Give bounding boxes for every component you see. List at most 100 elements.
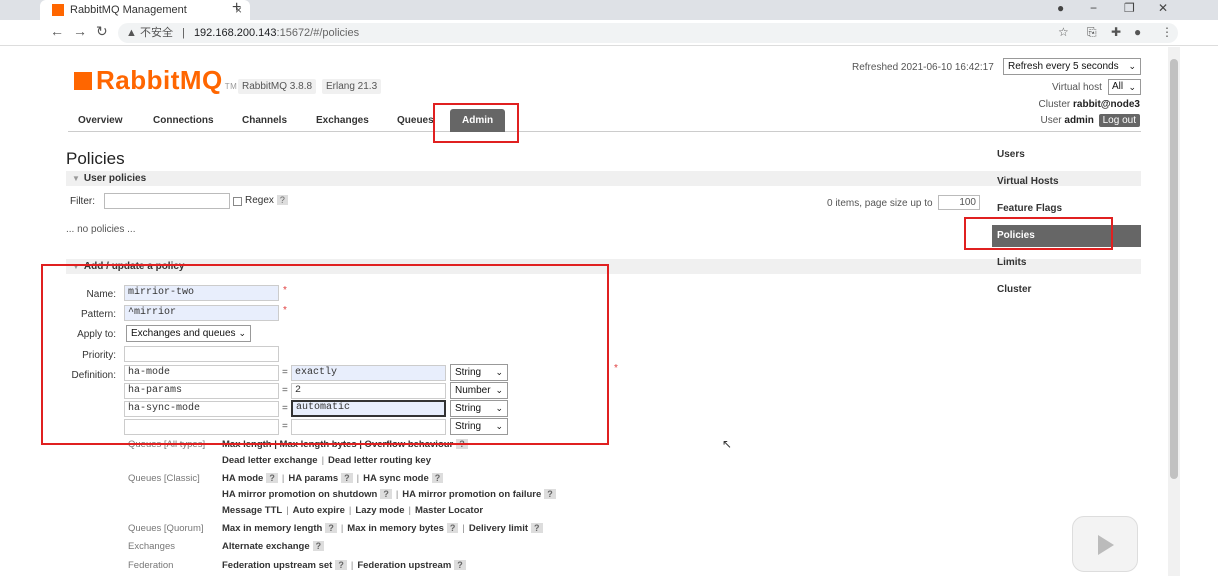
- account-icon[interactable]: ●: [1134, 25, 1141, 39]
- puzzle-icon[interactable]: ✚: [1111, 25, 1121, 39]
- max-in-memory-bytes-link[interactable]: Max in memory bytes: [347, 523, 444, 534]
- separator: |: [348, 505, 352, 516]
- regex-label: Regex?: [245, 195, 288, 206]
- ha-mode-link[interactable]: HA mode: [222, 473, 263, 484]
- regex-checkbox[interactable]: [233, 197, 242, 206]
- hint-category-exchanges: Exchanges: [128, 541, 176, 552]
- separator: |: [281, 473, 285, 484]
- help-icon[interactable]: ?: [446, 523, 459, 533]
- federation-upstream-link[interactable]: Federation upstream: [357, 560, 451, 571]
- chevron-down-icon: ⌄: [1128, 61, 1136, 71]
- tab-title: RabbitMQ Management: [70, 4, 187, 16]
- sidebar-item-cluster[interactable]: Cluster: [992, 279, 1141, 301]
- message-ttl-link[interactable]: Message TTL: [222, 505, 282, 516]
- help-icon[interactable]: ?: [325, 523, 337, 533]
- separator: |: [350, 560, 354, 571]
- extension-icon[interactable]: ⎘: [1087, 25, 1097, 40]
- help-icon[interactable]: ?: [531, 523, 543, 533]
- help-icon[interactable]: ?: [454, 560, 466, 570]
- ha-promotion-failure-link[interactable]: HA mirror promotion on failure: [402, 489, 541, 500]
- forward-icon[interactable]: →: [73, 23, 87, 39]
- dead-letter-exchange-link[interactable]: Dead letter exchange: [222, 455, 318, 466]
- filter-label: Filter:: [70, 196, 95, 207]
- tab-queues[interactable]: Queues: [397, 115, 434, 126]
- hint-category-federation: Federation: [128, 560, 174, 571]
- ha-sync-mode-link[interactable]: HA sync mode: [363, 473, 429, 484]
- separator: |: [356, 473, 360, 484]
- chevron-down-icon: ⌄: [1128, 82, 1136, 92]
- video-player-widget[interactable]: [1072, 516, 1138, 572]
- max-in-memory-length-link[interactable]: Max in memory length: [222, 523, 322, 534]
- highlight-policy-form: [41, 264, 609, 445]
- master-locator-link[interactable]: Master Locator: [415, 505, 483, 516]
- tab-connections[interactable]: Connections: [153, 115, 214, 126]
- help-icon[interactable]: ?: [266, 473, 278, 483]
- scrollbar-thumb[interactable]: [1170, 59, 1178, 479]
- restore-icon[interactable]: ❐: [1124, 0, 1135, 16]
- dead-letter-routing-key-link[interactable]: Dead letter routing key: [328, 455, 431, 466]
- separator: |: [408, 505, 411, 516]
- delivery-limit-link[interactable]: Delivery limit: [469, 523, 528, 534]
- lazy-mode-link[interactable]: Lazy mode: [355, 505, 404, 516]
- minimize-icon[interactable]: −: [1090, 0, 1097, 16]
- help-icon[interactable]: ?: [544, 489, 556, 499]
- play-icon[interactable]: [1098, 535, 1114, 555]
- refresh-option: Refresh every 5 seconds: [1008, 61, 1119, 72]
- sidebar-item-virtual-hosts[interactable]: Virtual Hosts: [992, 171, 1141, 193]
- user-policies-header[interactable]: ▼ User policies: [66, 171, 1141, 186]
- refresh-interval-select[interactable]: Refresh every 5 seconds ⌄: [1003, 58, 1141, 75]
- auto-expire-link[interactable]: Auto expire: [293, 505, 345, 516]
- help-icon[interactable]: ?: [312, 541, 325, 551]
- filter-input[interactable]: [104, 193, 230, 209]
- back-icon[interactable]: ←: [50, 23, 64, 39]
- erlang-badge: Erlang 21.3: [322, 79, 382, 94]
- new-tab-button[interactable]: +: [232, 0, 241, 17]
- federation-upstream-set-link[interactable]: Federation upstream set: [222, 560, 332, 571]
- bookmark-star-icon[interactable]: ☆: [1058, 25, 1069, 39]
- right-gutter: [1180, 47, 1218, 576]
- alternate-exchange-link[interactable]: Alternate exchange: [222, 541, 310, 552]
- main-nav: Overview Connections Channels Exchanges …: [68, 107, 1141, 132]
- rabbitmq-logo-icon: [74, 72, 92, 90]
- help-icon[interactable]: ?: [431, 473, 444, 483]
- sidebar-item-users[interactable]: Users: [992, 144, 1141, 166]
- sidebar-item-limits[interactable]: Limits: [992, 252, 1141, 274]
- url-field[interactable]: ▲ 不安全 | 192.168.200.143:15672/#/policies: [118, 23, 1178, 43]
- help-icon[interactable]: ?: [341, 473, 353, 483]
- browser-tab[interactable]: RabbitMQ Management ×: [40, 0, 250, 20]
- collapse-triangle-icon: ▼: [72, 174, 80, 183]
- ha-params-link[interactable]: HA params: [288, 473, 338, 484]
- hint-classic-line2: HA mirror promotion on shutdown? | HA mirr…: [222, 489, 556, 500]
- mouse-cursor-icon: ↖: [722, 437, 733, 451]
- window-close-icon[interactable]: ✕: [1158, 0, 1168, 16]
- address-bar: ← → ↻ ▲ 不安全 | 192.168.200.143:15672/#/po…: [0, 20, 1218, 46]
- rabbitmq-logo: RabbitMQ TM: [74, 65, 237, 96]
- url-host: 192.168.200.143: [193, 27, 277, 39]
- menu-kebab-icon[interactable]: ⋮: [1161, 25, 1173, 39]
- tab-exchanges[interactable]: Exchanges: [316, 115, 369, 126]
- items-count: 0 items, page size up to: [827, 198, 933, 209]
- regex-help-icon[interactable]: ?: [276, 195, 288, 205]
- help-icon[interactable]: ?: [380, 489, 392, 499]
- help-icon[interactable]: ?: [335, 560, 347, 570]
- separator: |: [462, 523, 465, 534]
- hint-exchanges-line: Alternate exchange?: [222, 541, 325, 552]
- url-separator: |: [182, 27, 185, 39]
- logo-text: RabbitMQ: [96, 65, 223, 95]
- reload-icon[interactable]: ↻: [96, 23, 108, 40]
- hint-quorum-line: Max in memory length? | Max in memory byte…: [222, 523, 543, 534]
- page-title: Policies: [66, 149, 125, 168]
- hint-category-quorum: Queues [Quorum]: [128, 523, 204, 534]
- profile-dot-icon[interactable]: ●: [1057, 0, 1064, 16]
- insecure-warning: ▲ 不安全: [126, 27, 173, 39]
- rabbitmq-favicon-icon: [52, 4, 64, 16]
- version-badge: RabbitMQ 3.8.8: [238, 79, 317, 94]
- vertical-scrollbar[interactable]: [1168, 47, 1180, 576]
- page-size-input[interactable]: 100: [938, 195, 980, 210]
- vhost-select[interactable]: All ⌄: [1108, 79, 1141, 95]
- ha-promotion-shutdown-link[interactable]: HA mirror promotion on shutdown: [222, 489, 377, 500]
- vhost-label: Virtual host: [1052, 82, 1102, 93]
- tab-channels[interactable]: Channels: [242, 115, 287, 126]
- tab-overview[interactable]: Overview: [78, 115, 122, 126]
- highlight-policies-item: [964, 217, 1113, 250]
